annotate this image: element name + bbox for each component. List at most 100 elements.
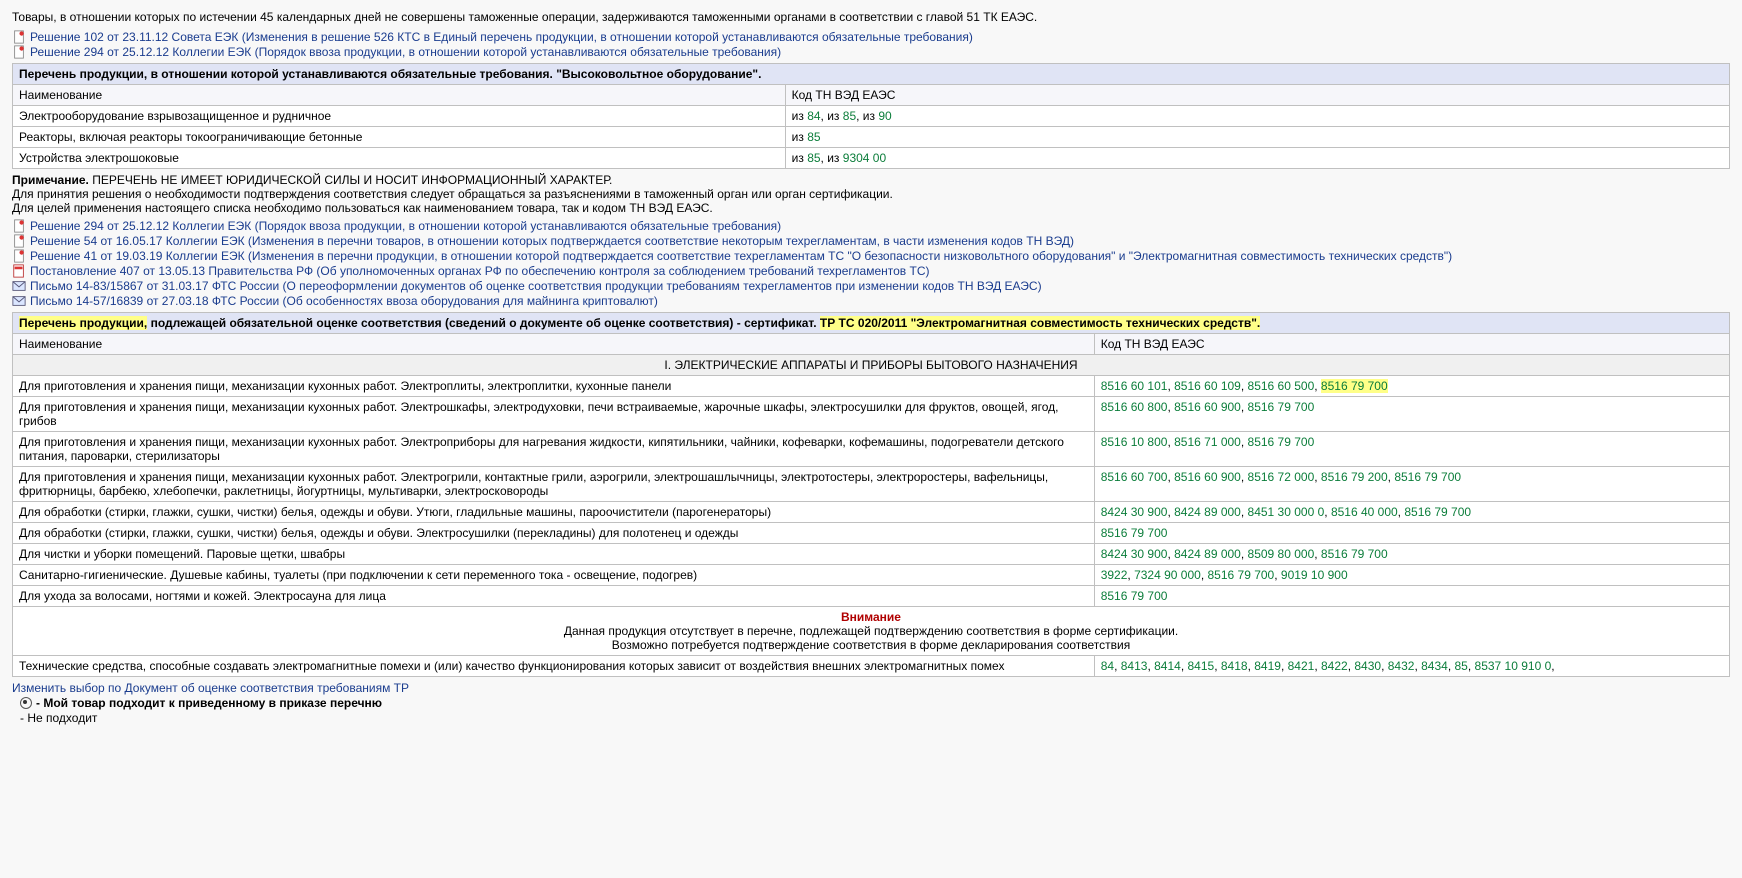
tnved-code[interactable]: 8537 10 910 0 xyxy=(1475,659,1552,673)
tnved-code[interactable]: 8430 xyxy=(1354,659,1381,673)
tnved-code[interactable]: 8509 80 000 xyxy=(1248,547,1315,561)
tnved-code[interactable]: 8413 xyxy=(1121,659,1148,673)
tnved-code[interactable]: 84 xyxy=(807,109,820,123)
tnved-code[interactable]: 8516 79 700 xyxy=(1321,547,1388,561)
table-row: Электрооборудование взрывозащищенное и р… xyxy=(13,106,1730,127)
top-links: Решение 102 от 23.11.12 Совета ЕЭК (Изме… xyxy=(12,30,1730,59)
doc-link[interactable]: Решение 294 от 25.12.12 Коллегии ЕЭК (По… xyxy=(30,45,781,59)
code-cell: 8516 79 700 xyxy=(1094,586,1729,607)
mid-links: Решение 294 от 25.12.12 Коллегии ЕЭК (По… xyxy=(12,219,1730,308)
tnved-code[interactable]: 8516 79 200 xyxy=(1321,470,1388,484)
tnved-code[interactable]: 8422 xyxy=(1321,659,1348,673)
code-cell: 8516 60 101, 8516 60 109, 8516 60 500, 8… xyxy=(1094,376,1729,397)
table-row: Для приготовления и хранения пищи, механ… xyxy=(13,397,1730,432)
tnved-code[interactable]: 8516 79 700 xyxy=(1248,400,1315,414)
doc-icon xyxy=(12,264,26,278)
tnved-code[interactable]: 9304 00 xyxy=(843,151,886,165)
code-cell: 8516 60 800, 8516 60 900, 8516 79 700 xyxy=(1094,397,1729,432)
doc-link[interactable]: Решение 54 от 16.05.17 Коллегии ЕЭК (Изм… xyxy=(30,234,1074,248)
name-cell: Санитарно-гигиенические. Душевые кабины,… xyxy=(13,565,1095,586)
name-cell: Технические средства, способные создават… xyxy=(13,656,1095,677)
table-row: Для обработки (стирки, глажки, сушки, чи… xyxy=(13,523,1730,544)
tnved-code[interactable]: 8516 60 500 xyxy=(1248,379,1315,393)
tnved-code[interactable]: 3922 xyxy=(1101,568,1128,582)
tnved-code[interactable]: 84 xyxy=(1101,659,1114,673)
change-selection-link[interactable]: Изменить выбор по Документ об оценке соо… xyxy=(12,681,409,695)
tnved-code[interactable]: 8516 60 800 xyxy=(1101,400,1168,414)
tnved-code[interactable]: 8516 79 700 xyxy=(1101,526,1168,540)
tnved-code[interactable]: 8516 60 109 xyxy=(1174,379,1241,393)
radio-fits[interactable] xyxy=(20,697,32,709)
tnved-code[interactable]: 8516 71 000 xyxy=(1174,435,1241,449)
doc-link[interactable]: Решение 102 от 23.11.12 Совета ЕЭК (Изме… xyxy=(30,30,973,44)
doc-link[interactable]: Решение 294 от 25.12.12 Коллегии ЕЭК (По… xyxy=(30,219,781,233)
tnved-code[interactable]: 85 xyxy=(807,151,820,165)
code-cell: из 85, из 9304 00 xyxy=(785,148,1729,169)
tnved-code[interactable]: 8516 60 900 xyxy=(1174,400,1241,414)
doc-link[interactable]: Решение 41 от 19.03.19 Коллегии ЕЭК (Изм… xyxy=(30,249,1452,263)
tnved-code[interactable]: 8434 xyxy=(1421,659,1448,673)
name-cell: Для чистки и уборки помещений. Паровые щ… xyxy=(13,544,1095,565)
tnved-code[interactable]: 85 xyxy=(843,109,856,123)
table-emc: Перечень продукции, подлежащей обязатель… xyxy=(12,312,1730,677)
name-cell: Для ухода за волосами, ногтями и кожей. … xyxy=(13,586,1095,607)
tnved-code[interactable]: 8516 60 900 xyxy=(1174,470,1241,484)
name-cell: Для приготовления и хранения пищи, механ… xyxy=(13,376,1095,397)
doc-icon xyxy=(12,30,26,44)
code-cell: 8516 79 700 xyxy=(1094,523,1729,544)
table-row: Технические средства, способные создават… xyxy=(13,656,1730,677)
tnved-code[interactable]: 8432 xyxy=(1388,659,1415,673)
tnved-code[interactable]: 8415 xyxy=(1187,659,1214,673)
tnved-code[interactable]: 9019 10 900 xyxy=(1281,568,1348,582)
doc-icon xyxy=(12,279,26,293)
tnved-code[interactable]: 8516 72 000 xyxy=(1248,470,1315,484)
tnved-code[interactable]: 8516 79 700 xyxy=(1321,379,1388,393)
table-highvoltage: Перечень продукции, в отношении которой … xyxy=(12,63,1730,169)
tnved-code[interactable]: 8414 xyxy=(1154,659,1181,673)
doc-link[interactable]: Письмо 14-83/15867 от 31.03.17 ФТС Росси… xyxy=(30,279,1042,293)
table-row: Для приготовления и хранения пищи, механ… xyxy=(13,432,1730,467)
doc-icon xyxy=(12,249,26,263)
tnved-code[interactable]: 7324 90 000 xyxy=(1134,568,1201,582)
tnved-code[interactable]: 8419 xyxy=(1254,659,1281,673)
footer: Изменить выбор по Документ об оценке соо… xyxy=(12,681,1730,725)
tnved-code[interactable]: 8451 30 000 0 xyxy=(1248,505,1325,519)
tnved-code[interactable]: 8424 30 900 xyxy=(1101,505,1168,519)
doc-icon xyxy=(12,45,26,59)
tnved-code[interactable]: 8418 xyxy=(1221,659,1248,673)
tnved-code[interactable]: 8516 79 700 xyxy=(1207,568,1274,582)
tnved-code[interactable]: 8516 10 800 xyxy=(1101,435,1168,449)
tnved-code[interactable]: 85 xyxy=(807,130,820,144)
tnved-code[interactable]: 8516 79 700 xyxy=(1404,505,1471,519)
tnved-code[interactable]: 90 xyxy=(878,109,891,123)
tnved-code[interactable]: 8516 79 700 xyxy=(1248,435,1315,449)
warning-cell: Внимание Данная продукция отсутствует в … xyxy=(13,607,1730,656)
doc-link[interactable]: Постановление 407 от 13.05.13 Правительс… xyxy=(30,264,929,278)
name-cell: Электрооборудование взрывозащищенное и р… xyxy=(13,106,786,127)
table2-title: Перечень продукции, подлежащей обязатель… xyxy=(13,313,1730,334)
table2-col-name: Наименование xyxy=(13,334,1095,355)
tnved-code[interactable]: 85 xyxy=(1454,659,1467,673)
code-cell: из 84, из 85, из 90 xyxy=(785,106,1729,127)
tnved-code[interactable]: 8516 60 101 xyxy=(1101,379,1168,393)
table-row: Для обработки (стирки, глажки, сушки, чи… xyxy=(13,502,1730,523)
doc-icon xyxy=(12,219,26,233)
radio-notfits-label: - Не подходит xyxy=(20,711,97,725)
table-row: Для приготовления и хранения пищи, механ… xyxy=(13,467,1730,502)
tnved-code[interactable]: 8424 30 900 xyxy=(1101,547,1168,561)
table-row: Реакторы, включая реакторы токоограничив… xyxy=(13,127,1730,148)
tnved-code[interactable]: 8516 40 000 xyxy=(1331,505,1398,519)
table1-col-code: Код ТН ВЭД ЕАЭС xyxy=(785,85,1729,106)
tnved-code[interactable]: 8421 xyxy=(1288,659,1315,673)
intro-para: Товары, в отношении которых по истечении… xyxy=(12,10,1730,24)
tnved-code[interactable]: 8516 79 700 xyxy=(1101,589,1168,603)
code-cell: из 85 xyxy=(785,127,1729,148)
tnved-code[interactable]: 8424 89 000 xyxy=(1174,547,1241,561)
name-cell: Для приготовления и хранения пищи, механ… xyxy=(13,432,1095,467)
name-cell: Реакторы, включая реакторы токоограничив… xyxy=(13,127,786,148)
doc-link[interactable]: Письмо 14-57/16839 от 27.03.18 ФТС Росси… xyxy=(30,294,658,308)
tnved-code[interactable]: 8424 89 000 xyxy=(1174,505,1241,519)
tnved-code[interactable]: 8516 60 700 xyxy=(1101,470,1168,484)
doc-icon xyxy=(12,294,26,308)
tnved-code[interactable]: 8516 79 700 xyxy=(1394,470,1461,484)
